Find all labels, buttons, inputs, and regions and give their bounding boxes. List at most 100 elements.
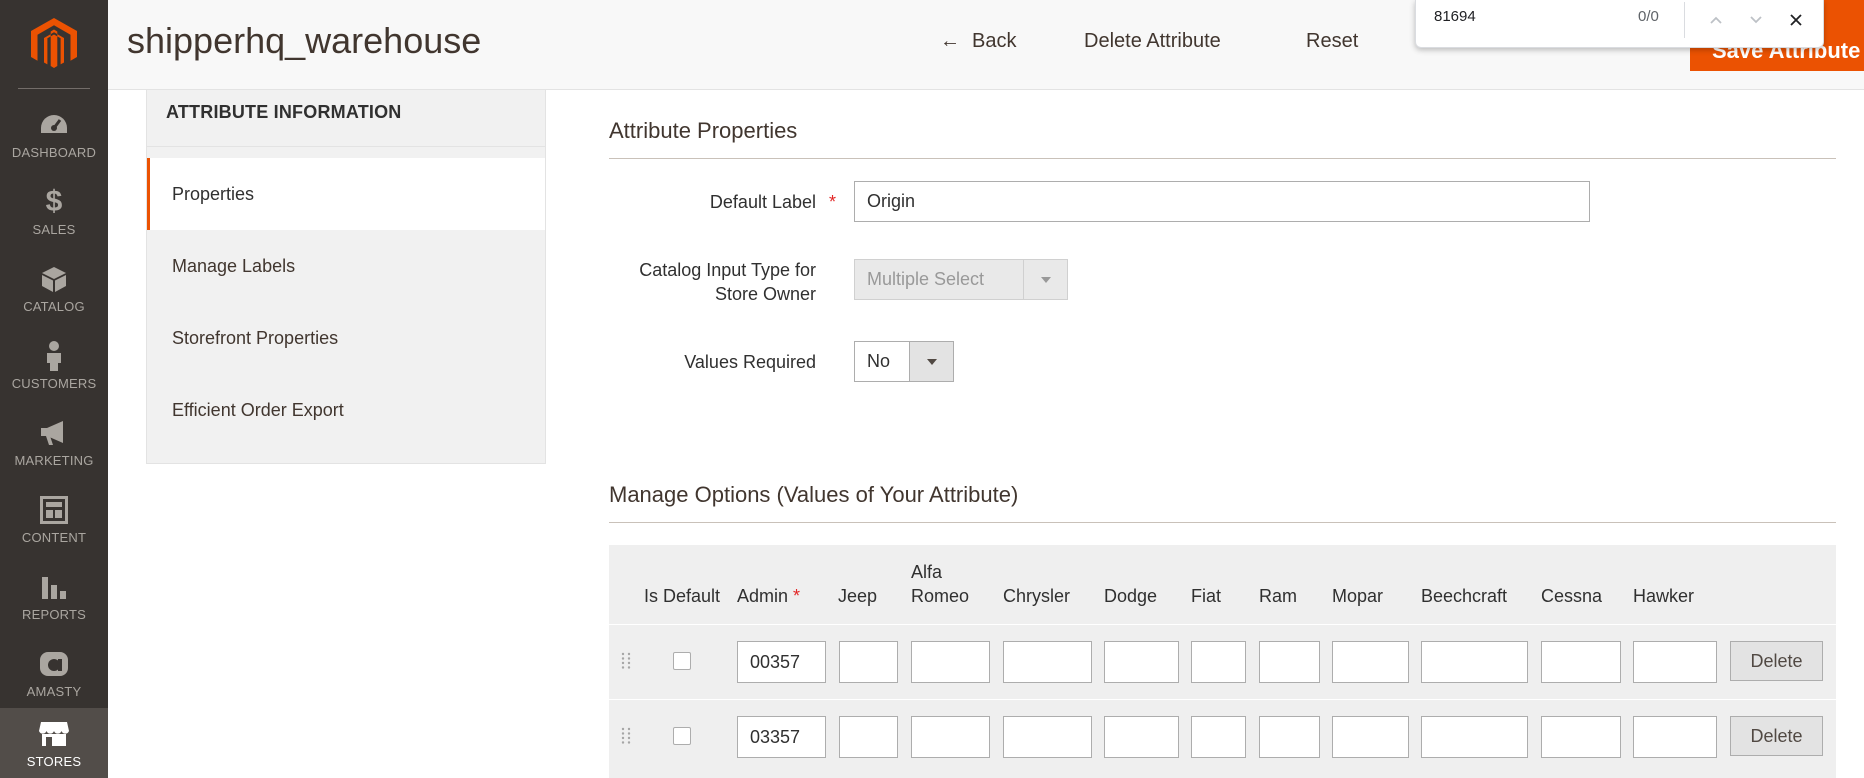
- select-value: No: [867, 351, 891, 371]
- ram-value-input[interactable]: [1259, 716, 1320, 758]
- delete-option-button[interactable]: Delete: [1730, 716, 1823, 756]
- nav-item-catalog[interactable]: CATALOG: [0, 250, 108, 327]
- ram-value-input[interactable]: [1259, 641, 1320, 683]
- fiat-value-input[interactable]: [1191, 641, 1246, 683]
- header-is-default: Is Default: [644, 586, 721, 606]
- input-type-label: Catalog Input Type for Store Owner: [606, 258, 816, 306]
- nav-divider: [18, 88, 90, 89]
- tabs-title: ATTRIBUTE INFORMATION: [166, 102, 402, 122]
- chevron-down-icon: [1023, 260, 1067, 299]
- layout-icon: [38, 494, 70, 526]
- box-icon: [38, 263, 70, 295]
- header-cessna: Cessna: [1541, 586, 1603, 606]
- nav-label: SALES: [32, 222, 76, 237]
- megaphone-icon: [38, 417, 70, 449]
- magento-logo[interactable]: [0, 0, 108, 88]
- find-previous-button[interactable]: [1702, 6, 1730, 34]
- nav-item-marketing[interactable]: MARKETING: [0, 404, 108, 481]
- input-type-label-line2: Store Owner: [714, 284, 816, 304]
- tab-properties[interactable]: Properties: [147, 158, 545, 230]
- alfa-romeo-value-input[interactable]: [911, 716, 990, 758]
- chrysler-value-input[interactable]: [1003, 716, 1092, 758]
- header-alfa-line1: Alfa: [911, 562, 943, 582]
- cessna-value-input[interactable]: [1541, 716, 1621, 758]
- values-required-select[interactable]: No: [854, 341, 954, 382]
- close-icon: [1790, 14, 1802, 26]
- nav-label: MARKETING: [14, 453, 94, 468]
- required-marker: *: [829, 192, 837, 212]
- alfa-romeo-value-input[interactable]: [911, 641, 990, 683]
- input-type-label-line1: Catalog Input Type for: [639, 260, 816, 280]
- select-value: Multiple Select: [867, 269, 985, 289]
- beechcraft-value-input[interactable]: [1421, 641, 1528, 683]
- nav-item-sales[interactable]: $ SALES: [0, 173, 108, 250]
- required-marker: *: [793, 586, 801, 606]
- mopar-value-input[interactable]: [1332, 716, 1409, 758]
- default-label-label: Default Label: [709, 192, 816, 212]
- fiat-value-input[interactable]: [1191, 716, 1246, 758]
- back-button[interactable]: ← Back: [940, 30, 1016, 53]
- jeep-value-input[interactable]: [839, 716, 898, 758]
- header-admin: Admin *: [737, 584, 800, 608]
- cessna-value-input[interactable]: [1541, 641, 1621, 683]
- header-fiat: Fiat: [1191, 586, 1222, 606]
- browser-find-bar: 81694 0/0: [1415, 0, 1824, 48]
- nav-item-dashboard[interactable]: DASHBOARD: [0, 96, 108, 173]
- tab-manage-labels[interactable]: Manage Labels: [147, 230, 545, 302]
- admin-value-input[interactable]: 00357: [737, 641, 826, 683]
- hawker-value-input[interactable]: [1633, 716, 1717, 758]
- tab-storefront-properties[interactable]: Storefront Properties: [147, 302, 545, 374]
- attribute-tabs: ATTRIBUTE INFORMATION Properties Manage …: [146, 90, 546, 464]
- nav-item-amasty[interactable]: AMASTY: [0, 635, 108, 712]
- nav-item-reports[interactable]: REPORTS: [0, 558, 108, 635]
- admin-value-input[interactable]: 03357: [737, 716, 826, 758]
- dodge-value-input[interactable]: [1104, 716, 1179, 758]
- nav-item-customers[interactable]: CUSTOMERS: [0, 327, 108, 404]
- dodge-value-input[interactable]: [1104, 641, 1179, 683]
- table-row: 00357 Delete: [609, 624, 1836, 698]
- drag-handle-icon[interactable]: [621, 727, 631, 745]
- header-hawker: Hawker: [1633, 586, 1695, 606]
- magento-logo-icon: [31, 18, 77, 68]
- attribute-properties-title: Attribute Properties: [609, 118, 798, 143]
- chevron-down-icon: [909, 342, 953, 381]
- nav-label: CONTENT: [21, 530, 87, 545]
- header-ram: Ram: [1259, 586, 1298, 606]
- delete-option-button[interactable]: Delete: [1730, 641, 1823, 681]
- header-alfa-romeo: Alfa Romeo: [911, 560, 969, 608]
- table-row: 03357 Delete: [609, 699, 1836, 773]
- chevron-up-icon: [1710, 16, 1722, 24]
- chrysler-value-input[interactable]: [1003, 641, 1092, 683]
- tabs-divider: [147, 146, 545, 147]
- mopar-value-input[interactable]: [1332, 641, 1409, 683]
- is-default-checkbox[interactable]: [673, 652, 691, 670]
- nav-item-stores[interactable]: STORES: [0, 708, 108, 778]
- nav-item-content[interactable]: CONTENT: [0, 481, 108, 558]
- is-default-checkbox[interactable]: [673, 727, 691, 745]
- nav-label: REPORTS: [21, 607, 86, 622]
- back-label: Back: [972, 30, 1017, 52]
- find-divider: [1684, 2, 1685, 38]
- reset-button[interactable]: Reset: [1306, 30, 1358, 53]
- nav-label: STORES: [26, 753, 82, 769]
- section-divider: [609, 522, 1836, 523]
- beechcraft-value-input[interactable]: [1421, 716, 1528, 758]
- jeep-value-input[interactable]: [839, 641, 898, 683]
- drag-handle-icon[interactable]: [621, 652, 631, 670]
- find-close-button[interactable]: [1782, 6, 1810, 34]
- admin-sidebar: DASHBOARD $ SALES CATALOG CUSTOMERS MARK…: [0, 0, 108, 778]
- store-icon: [38, 718, 70, 750]
- catalog-input-type-select: Multiple Select: [854, 259, 1068, 300]
- header-dodge: Dodge: [1104, 586, 1158, 606]
- chevron-down-icon: [1750, 16, 1762, 24]
- header-admin-label: Admin: [737, 586, 789, 606]
- delete-attribute-button[interactable]: Delete Attribute: [1084, 30, 1221, 53]
- hawker-value-input[interactable]: [1633, 641, 1717, 683]
- tab-efficient-order-export[interactable]: Efficient Order Export: [147, 374, 545, 446]
- default-label-input[interactable]: Origin: [854, 181, 1590, 222]
- dollar-icon: $: [45, 185, 63, 218]
- options-table: Is Default Admin * Jeep Alfa Romeo Chrys…: [609, 545, 1836, 778]
- find-input[interactable]: 81694: [1434, 8, 1476, 25]
- find-next-button[interactable]: [1742, 6, 1770, 34]
- values-required-label: Values Required: [684, 352, 816, 372]
